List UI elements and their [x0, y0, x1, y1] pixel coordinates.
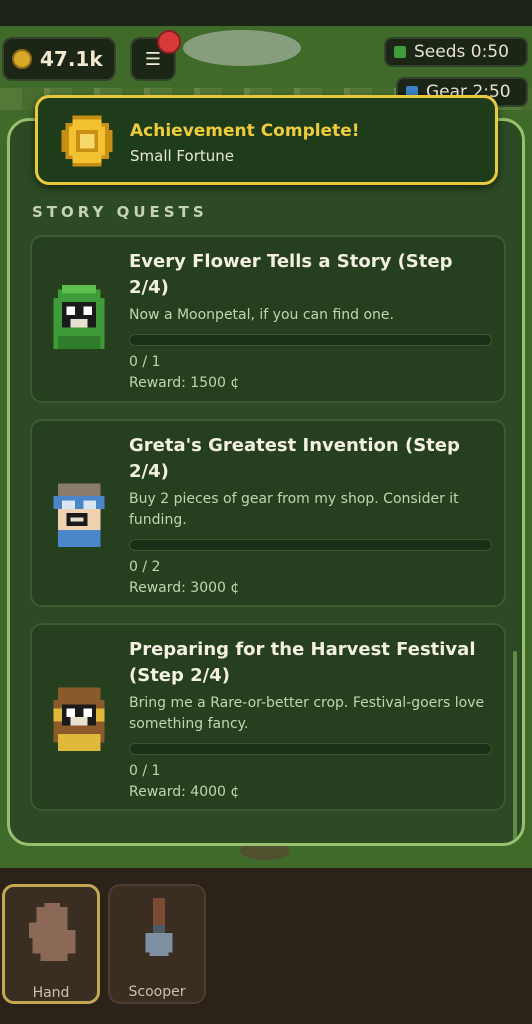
scooper-icon	[145, 898, 173, 957]
quest-description: Bring me a Rare-or-better crop. Festival…	[129, 695, 485, 732]
quest-progress-bar	[129, 743, 492, 755]
cloud	[183, 30, 301, 66]
notification-badge-icon	[157, 30, 181, 54]
tool-scooper-label: Scooper	[128, 984, 186, 1000]
toast-title: Achievement Complete!	[130, 121, 360, 141]
quest-progress-bar	[129, 539, 492, 551]
hand-icon	[28, 902, 76, 961]
top-strip	[0, 0, 532, 26]
seeds-timer-label: Seeds 0:50	[414, 42, 509, 62]
quest-progress-bar	[129, 334, 492, 346]
tool-bar: Hand Scooper	[0, 868, 532, 1024]
quest-title: Preparing for the Harvest Festival (Step…	[129, 639, 476, 686]
tool-scooper-button[interactable]: Scooper	[108, 884, 206, 1004]
quest-progress-text: 0 / 1	[129, 354, 161, 370]
quest-card[interactable]: Every Flower Tells a Story (Step 2/4) No…	[30, 235, 506, 403]
coin-balance[interactable]: 47.1k	[2, 37, 116, 81]
quest-card[interactable]: Greta's Greatest Invention (Step 2/4) Bu…	[30, 419, 506, 607]
menu-icon: ☰	[144, 48, 162, 70]
quest-progress-text: 0 / 2	[129, 559, 161, 575]
toast-subtitle: Small Fortune	[130, 147, 234, 165]
coin-medal-icon	[61, 115, 113, 167]
seeds-timer[interactable]: Seeds 0:50	[384, 37, 528, 67]
quest-reward: Reward: 3000 ¢	[129, 580, 240, 596]
tool-hand-label: Hand	[32, 985, 70, 1001]
quest-reward: Reward: 4000 ¢	[129, 784, 240, 800]
quest-title: Every Flower Tells a Story (Step 2/4)	[129, 251, 453, 298]
quest-progress-text: 0 / 1	[129, 763, 161, 779]
panel-scrollbar[interactable]	[513, 651, 517, 843]
coin-amount: 47.1k	[40, 47, 103, 71]
bearded-farmer-villager-icon	[53, 687, 105, 751]
seeds-square-icon	[394, 46, 406, 58]
quest-description: Now a Moonpetal, if you can find one.	[129, 307, 394, 323]
green-hooded-villager-icon	[53, 285, 105, 349]
tool-hand-button[interactable]: Hand	[2, 884, 100, 1004]
quest-reward: Reward: 1500 ¢	[129, 375, 240, 391]
quest-title: Greta's Greatest Invention (Step 2/4)	[129, 435, 460, 482]
achievement-toast[interactable]: Achievement Complete! Small Fortune	[35, 95, 498, 185]
inventor-goggles-villager-icon	[53, 483, 105, 547]
section-title: STORY QUESTS	[32, 203, 208, 221]
coin-icon	[12, 49, 32, 69]
quest-card[interactable]: Preparing for the Harvest Festival (Step…	[30, 623, 506, 811]
quest-panel: STORY QUESTS Every Flower Tells a Story …	[7, 118, 525, 846]
quest-description: Buy 2 pieces of gear from my shop. Consi…	[129, 491, 459, 528]
